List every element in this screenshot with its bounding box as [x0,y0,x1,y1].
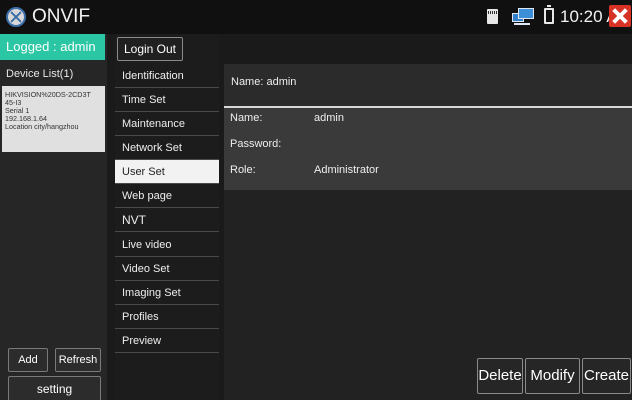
name-label: Name: [230,112,263,124]
menu-item-profiles[interactable]: Profiles [115,305,219,329]
device-ip: 192.168.1.64 [5,115,47,123]
delete-button[interactable]: Delete [477,358,523,394]
menu-item-time-set[interactable]: Time Set [115,88,219,112]
device-list-title: Device List(1) [6,68,74,80]
device-serial: Serial 1 [5,107,30,115]
password-label: Password: [230,138,282,150]
login-out-button[interactable]: Login Out [117,37,183,61]
role-label: Role: [230,164,256,176]
menu-item-web-page[interactable]: Web page [115,184,219,208]
menu-item-identification[interactable]: Identification [115,64,219,88]
menu-item-user-set[interactable]: User Set [115,160,219,184]
left-panel: Logged : admin Device List(1) HIKVISION%… [0,34,107,400]
close-icon[interactable] [609,5,631,27]
logged-status: Logged : admin [0,34,105,60]
password-row: Password: [224,135,632,155]
status-bar: ONVIF 10:20 AM [0,0,632,34]
modify-button[interactable]: Modify [525,358,580,394]
onvif-logo-icon [6,7,26,27]
name-value[interactable]: admin [314,112,344,124]
menu-group-nvt: NVT [115,208,219,232]
device-model: 45-I3 [5,99,22,107]
network-icon [512,8,534,25]
menu-item-video-set[interactable]: Video Set [115,257,219,281]
create-button[interactable]: Create [582,358,631,394]
menu-item-live-video[interactable]: Live video [115,233,219,257]
role-value[interactable]: Administrator [314,164,379,176]
device-name: HIKVISION%20DS-2CD3T [5,91,91,99]
user-header: Name: admin [224,64,632,106]
sd-card-icon [487,9,498,24]
menu-item-preview[interactable]: Preview [115,329,219,353]
role-row: Role: Administrator [224,161,632,181]
menu-item-network-set[interactable]: Network Set [115,136,219,160]
device-location: Location city/hangzhou [5,123,79,131]
add-button[interactable]: Add [8,348,48,372]
name-row: Name: admin [224,109,632,129]
battery-icon [544,5,554,24]
user-header-name: Name: admin [231,76,297,88]
menu-item-imaging-set[interactable]: Imaging Set [115,281,219,305]
menu-item-maintenance[interactable]: Maintenance [115,112,219,136]
refresh-button[interactable]: Refresh [55,348,101,372]
device-card[interactable]: HIKVISION%20DS-2CD3T 45-I3 Serial 1 192.… [2,86,105,152]
setting-button[interactable]: setting [8,376,101,400]
app-title: ONVIF [32,6,91,27]
